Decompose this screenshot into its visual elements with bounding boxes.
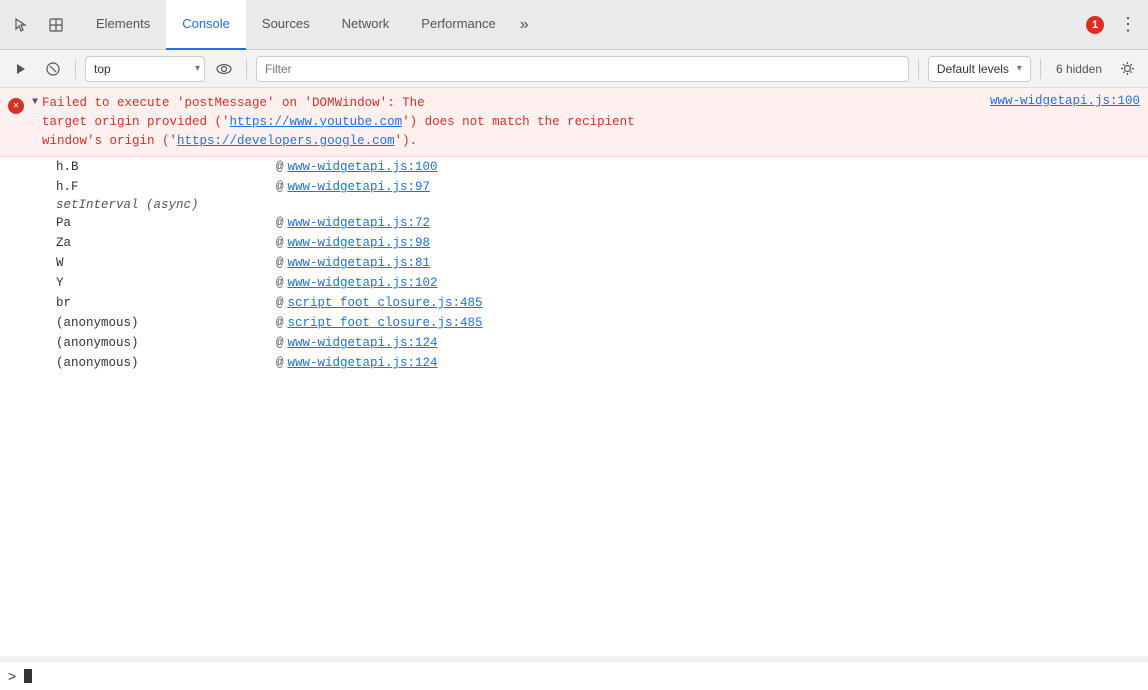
console-toolbar: top ▾ Default levels ▾ 6 hidden (0, 50, 1148, 88)
tab-elements[interactable]: Elements (80, 0, 166, 50)
toolbar-divider3 (918, 59, 919, 79)
stack-source-link[interactable]: www-widgetapi.js:100 (288, 160, 438, 174)
stack-function-name: h.F (56, 180, 276, 194)
stack-async-row: setInterval (async) (0, 197, 1148, 213)
stack-source-link[interactable]: script_foot_closure.js:485 (288, 296, 483, 310)
stack-function-name: (anonymous) (56, 316, 276, 330)
prompt-cursor (24, 669, 32, 683)
stack-source-link[interactable]: www-widgetapi.js:97 (288, 180, 431, 194)
stack-function-name: Za (56, 236, 276, 250)
context-selector[interactable]: top ▾ (85, 56, 205, 82)
console-wrapper: ✕ ▼ Failed to execute 'postMessage' on '… (0, 88, 1148, 690)
tab-sources[interactable]: Sources (246, 0, 326, 50)
console-prompt[interactable]: > (0, 661, 1148, 690)
tab-console[interactable]: Console (166, 0, 246, 50)
youtube-link[interactable]: https://www.youtube.com (230, 115, 403, 129)
stack-source-link[interactable]: www-widgetapi.js:72 (288, 216, 431, 230)
stack-function-name: (anonymous) (56, 356, 276, 370)
tab-bar: Elements Console Sources Network Perform… (0, 0, 1148, 50)
stack-source-link[interactable]: www-widgetapi.js:81 (288, 256, 431, 270)
stack-row: Pa @ www-widgetapi.js:72 (0, 213, 1148, 233)
error-icon: ✕ (8, 98, 24, 114)
clear-button[interactable] (40, 56, 66, 82)
log-levels-button[interactable]: Default levels ▾ (928, 56, 1031, 82)
error-message-row: ✕ ▼ Failed to execute 'postMessage' on '… (0, 88, 1148, 157)
stack-function-name: W (56, 256, 276, 270)
more-tabs-button[interactable]: » (512, 0, 537, 50)
execute-button[interactable] (8, 56, 34, 82)
levels-dropdown-arrow: ▾ (1017, 63, 1022, 74)
stack-trace: h.B @ www-widgetapi.js:100h.F @ www-widg… (0, 157, 1148, 373)
stack-row: h.F @ www-widgetapi.js:97 (0, 177, 1148, 197)
toolbar-divider4 (1040, 59, 1041, 79)
stack-source-link[interactable]: www-widgetapi.js:98 (288, 236, 431, 250)
cursor-icon[interactable] (6, 11, 34, 39)
stack-function-name: Pa (56, 216, 276, 230)
stack-row: (anonymous) @ www-widgetapi.js:124 (0, 353, 1148, 373)
filter-input[interactable] (256, 56, 909, 82)
context-dropdown-arrow: ▾ (195, 63, 200, 74)
console-scrollable[interactable]: ✕ ▼ Failed to execute 'postMessage' on '… (0, 88, 1148, 656)
stack-row: br @ script_foot_closure.js:485 (0, 293, 1148, 313)
google-link[interactable]: https://developers.google.com (177, 134, 395, 148)
stack-function-name: Y (56, 276, 276, 290)
prompt-arrow: > (8, 668, 16, 684)
tab-performance[interactable]: Performance (405, 0, 511, 50)
settings-button[interactable] (1114, 56, 1140, 82)
error-source-link[interactable]: www-widgetapi.js:100 (982, 92, 1148, 110)
hidden-count: 6 hidden (1050, 62, 1108, 76)
stack-row: h.B @ www-widgetapi.js:100 (0, 157, 1148, 177)
stack-row: (anonymous) @ www-widgetapi.js:124 (0, 333, 1148, 353)
stack-source-link[interactable]: www-widgetapi.js:124 (288, 336, 438, 350)
stack-source-link[interactable]: script_foot_closure.js:485 (288, 316, 483, 330)
stack-source-link[interactable]: www-widgetapi.js:124 (288, 356, 438, 370)
error-badge: 1 (1086, 16, 1104, 34)
error-expand-arrow[interactable]: ▼ (30, 93, 42, 112)
error-count-badge: 1 (1086, 16, 1104, 34)
devtools-menu-button[interactable]: ⋮ (1114, 11, 1142, 39)
stack-row: Za @ www-widgetapi.js:98 (0, 233, 1148, 253)
inspect-icon[interactable] (42, 11, 70, 39)
stack-source-link[interactable]: www-widgetapi.js:102 (288, 276, 438, 290)
stack-function-name: br (56, 296, 276, 310)
stack-row: W @ www-widgetapi.js:81 (0, 253, 1148, 273)
stack-function-name: (anonymous) (56, 336, 276, 350)
devtools-icons (6, 11, 70, 39)
stack-function-name: h.B (56, 160, 276, 174)
tab-network[interactable]: Network (326, 0, 406, 50)
toolbar-divider2 (246, 59, 247, 79)
error-icon-col: ✕ (0, 92, 30, 118)
stack-row: (anonymous) @ script_foot_closure.js:485 (0, 313, 1148, 333)
toolbar-divider (75, 59, 76, 79)
eye-button[interactable] (211, 56, 237, 82)
error-body: Failed to execute 'postMessage' on 'DOMW… (42, 92, 982, 152)
stack-row: Y @ www-widgetapi.js:102 (0, 273, 1148, 293)
